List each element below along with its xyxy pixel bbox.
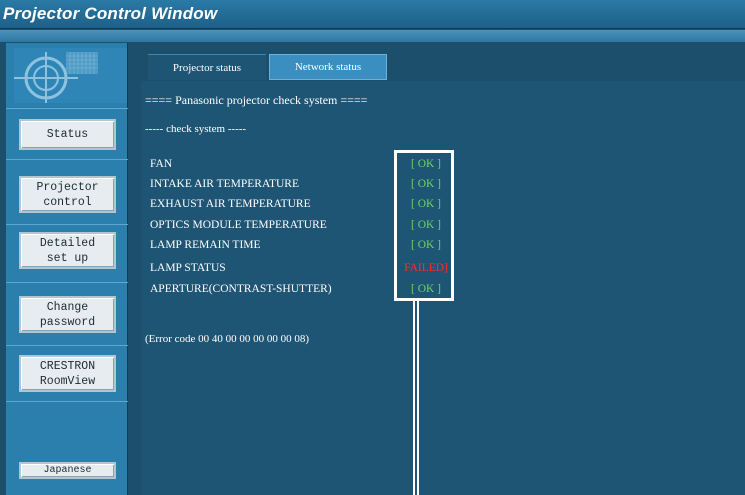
japanese-language-button[interactable]: Japanese bbox=[19, 462, 116, 479]
tab-network-status[interactable]: Network status bbox=[269, 54, 387, 80]
check-system-subheader: ----- check system ----- bbox=[145, 123, 247, 135]
title-strip bbox=[0, 30, 745, 42]
check-system-header: ==== Panasonic projector check system ==… bbox=[145, 93, 368, 107]
check-status: [ OK ] bbox=[410, 198, 442, 210]
sidebar: Status Projector control Detailed set up… bbox=[6, 43, 128, 495]
check-status: [ OK ] bbox=[410, 158, 442, 170]
sidebar-divider bbox=[6, 401, 128, 402]
sidebar-divider bbox=[6, 159, 128, 160]
sidebar-divider bbox=[6, 282, 128, 283]
check-status: [ OK ] bbox=[410, 178, 442, 190]
error-code: (Error code 00 40 00 00 00 00 00 08) bbox=[145, 333, 310, 345]
sidebar-divider bbox=[6, 224, 128, 225]
check-label: EXHAUST AIR TEMPERATURE bbox=[150, 198, 311, 210]
sidebar-item-projector-control[interactable]: Projector control bbox=[19, 176, 116, 213]
projector-control-window: Projector Control Window Status Projecto… bbox=[0, 0, 745, 495]
projector-lens-logo-icon bbox=[14, 48, 127, 103]
tab-projector-status[interactable]: Projector status bbox=[148, 54, 266, 80]
check-label: OPTICS MODULE TEMPERATURE bbox=[150, 219, 327, 231]
check-status: [ OK ] bbox=[410, 283, 442, 295]
check-label: APERTURE(CONTRAST-SHUTTER) bbox=[150, 283, 332, 295]
sidebar-divider bbox=[6, 345, 128, 346]
check-label: LAMP REMAIN TIME bbox=[150, 239, 261, 251]
projector-lens-logo-graphic bbox=[14, 48, 127, 103]
check-label: LAMP STATUS bbox=[150, 262, 226, 274]
title-bar: Projector Control Window bbox=[0, 0, 745, 29]
main-panel: Projector status Network status ==== Pan… bbox=[130, 43, 745, 495]
check-label: INTAKE AIR TEMPERATURE bbox=[150, 178, 300, 190]
check-status-failed: FAILED] bbox=[404, 262, 448, 274]
sidebar-divider bbox=[6, 108, 128, 109]
check-label: FAN bbox=[150, 158, 173, 170]
sidebar-item-crestron-roomview[interactable]: CRESTRON RoomView bbox=[19, 355, 116, 392]
sidebar-item-change-password[interactable]: Change password bbox=[19, 296, 116, 333]
check-status: [ OK ] bbox=[410, 239, 442, 251]
status-content: ==== Panasonic projector check system ==… bbox=[141, 81, 745, 495]
sidebar-item-status[interactable]: Status bbox=[19, 119, 116, 150]
check-status: [ OK ] bbox=[410, 219, 442, 231]
window-title: Projector Control Window bbox=[3, 4, 218, 23]
sidebar-item-detailed-setup[interactable]: Detailed set up bbox=[19, 232, 116, 269]
